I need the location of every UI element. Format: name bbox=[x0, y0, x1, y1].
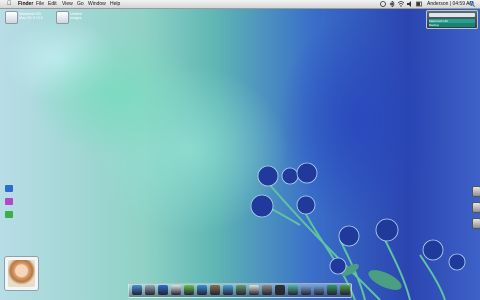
hard-drive-icon bbox=[5, 11, 18, 24]
imovie-dock-icon[interactable] bbox=[210, 285, 220, 295]
menu-edit[interactable]: Edit bbox=[48, 0, 57, 8]
desktop-icon-label: Untitled Images bbox=[70, 12, 82, 20]
document-icon bbox=[56, 11, 69, 24]
bluetooth-icon[interactable] bbox=[389, 0, 395, 8]
preview-dock-icon[interactable] bbox=[223, 285, 233, 295]
user-photo-widget[interactable] bbox=[4, 256, 39, 291]
menu-go[interactable]: Go bbox=[77, 0, 84, 8]
side-scroll-up-button[interactable] bbox=[472, 186, 480, 197]
avatar bbox=[8, 260, 35, 287]
volume-icon[interactable] bbox=[407, 1, 413, 7]
safari-dock-icon[interactable] bbox=[158, 285, 168, 295]
spotlight-icon[interactable] bbox=[469, 1, 476, 8]
finder-dock-icon[interactable] bbox=[132, 285, 142, 295]
downloads-dock-icon[interactable] bbox=[301, 285, 311, 295]
menu-bar:  Finder File Edit View Go Window Help A… bbox=[0, 0, 480, 9]
time-machine-icon[interactable] bbox=[380, 1, 386, 7]
wallpaper-flowers bbox=[250, 162, 466, 300]
menu-view[interactable]: View bbox=[62, 0, 73, 8]
apple-menu-icon[interactable]:  bbox=[7, 0, 12, 8]
itunes-icon[interactable] bbox=[5, 198, 13, 205]
terminal-dock-icon[interactable] bbox=[275, 285, 285, 295]
side-scroll-down-button[interactable] bbox=[472, 218, 480, 229]
itunes-dock-icon[interactable] bbox=[184, 285, 194, 295]
battery-icon[interactable] bbox=[416, 1, 422, 7]
finder-icon[interactable] bbox=[5, 185, 13, 192]
widget-row: Backup bbox=[429, 23, 475, 27]
widget-header-bar bbox=[429, 13, 475, 17]
documents-dock-icon[interactable] bbox=[314, 285, 324, 295]
user-clock[interactable]: Anderson | 04:59 AM bbox=[427, 0, 474, 8]
messages-icon[interactable] bbox=[5, 211, 13, 218]
menu-app-name[interactable]: Finder bbox=[18, 0, 33, 8]
applications-dock-icon[interactable] bbox=[327, 285, 337, 295]
menu-file[interactable]: File bbox=[36, 0, 44, 8]
menu-window[interactable]: Window bbox=[88, 0, 106, 8]
iphoto-dock-icon[interactable] bbox=[197, 285, 207, 295]
trash-dock-icon[interactable] bbox=[340, 285, 350, 295]
desktop-icon-label: Macintosh HD Mac OS X 10.5 bbox=[19, 12, 43, 20]
system-prefs-dock-icon[interactable] bbox=[262, 285, 272, 295]
ical-dock-icon[interactable] bbox=[171, 285, 181, 295]
utilities-dock-icon[interactable] bbox=[288, 285, 298, 295]
dock bbox=[128, 283, 352, 298]
side-middle-button[interactable] bbox=[472, 202, 480, 213]
menu-help[interactable]: Help bbox=[110, 0, 120, 8]
drive-status-widget[interactable]: Macintosh HD Backup bbox=[426, 10, 478, 29]
wifi-icon[interactable] bbox=[397, 1, 405, 7]
addressbook-dock-icon[interactable] bbox=[236, 285, 246, 295]
desktop-wallpaper:  Finder File Edit View Go Window Help A… bbox=[0, 0, 480, 300]
mail-dock-icon[interactable] bbox=[145, 285, 155, 295]
textedit-dock-icon[interactable] bbox=[249, 285, 259, 295]
